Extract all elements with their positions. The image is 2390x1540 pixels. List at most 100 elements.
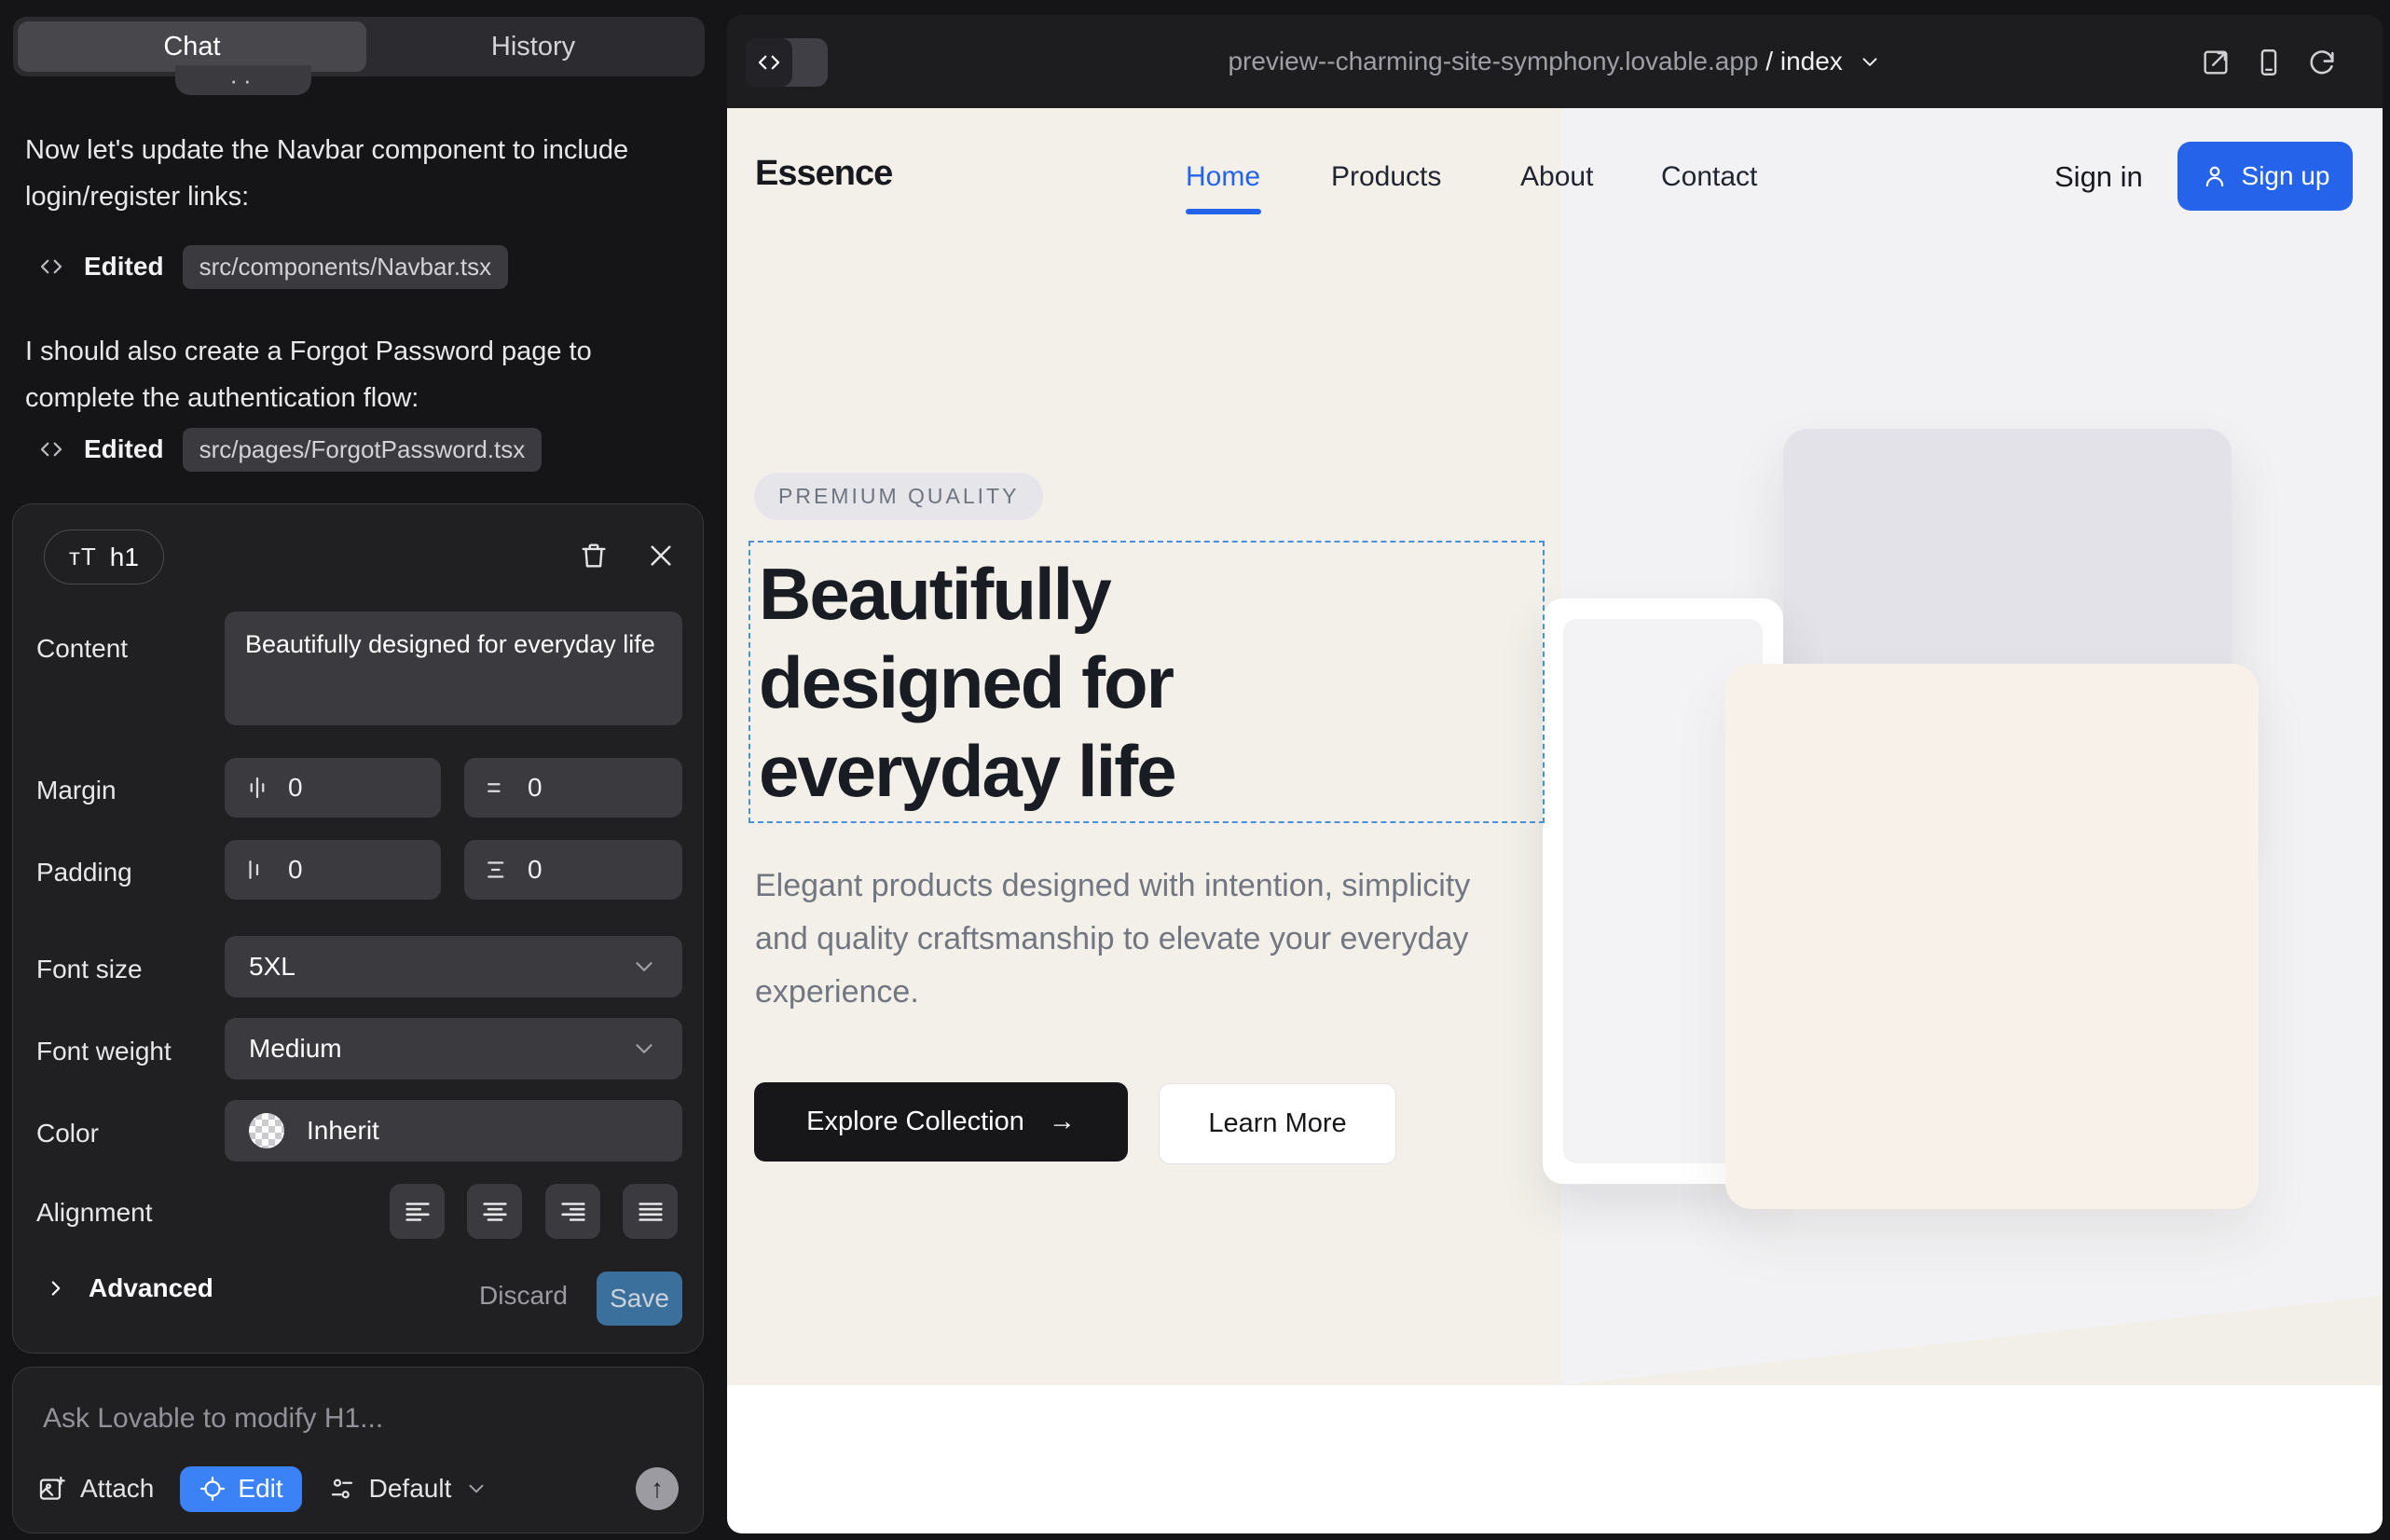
arrow-right-icon: → (1049, 1107, 1076, 1137)
hero-paragraph: Elegant products designed with intention… (755, 859, 1510, 1019)
font-weight-value: Medium (249, 1034, 342, 1064)
close-icon (646, 541, 676, 571)
explore-collection-button[interactable]: Explore Collection → (754, 1082, 1128, 1162)
padding-y-icon (483, 856, 511, 884)
chat-message: Now let's update the Navbar component to… (25, 127, 678, 220)
default-mode-button[interactable]: Default (328, 1474, 489, 1504)
trash-icon (578, 540, 610, 571)
margin-y-icon (483, 774, 511, 802)
padding-x-value: 0 (288, 855, 303, 885)
edited-file-row[interactable]: Edited src/pages/ForgotPassword.tsx (37, 427, 542, 472)
padding-y-value: 0 (528, 855, 543, 885)
learn-more-button[interactable]: Learn More (1159, 1083, 1396, 1164)
font-size-value: 5XL (249, 952, 295, 982)
url-separator: / (1759, 47, 1780, 76)
align-right-button[interactable] (545, 1184, 600, 1239)
default-label: Default (369, 1474, 452, 1504)
hero-heading[interactable]: Beautifully designed for everyday life (759, 550, 1337, 816)
clipped-chip: ·· (175, 65, 311, 95)
margin-x-value: 0 (288, 773, 303, 803)
element-tag-label: h1 (110, 543, 139, 572)
nav-link-about[interactable]: About (1520, 161, 1593, 193)
save-button[interactable]: Save (597, 1272, 682, 1326)
composer-placeholder[interactable]: Ask Lovable to modify H1... (43, 1403, 383, 1435)
font-weight-select[interactable]: Medium (225, 1018, 682, 1079)
browser-toolbar: preview--charming-site-symphony.lovable.… (727, 15, 2383, 108)
tab-chat[interactable]: Chat (18, 21, 366, 72)
close-editor-button[interactable] (639, 534, 682, 577)
align-left-icon (402, 1196, 433, 1228)
url-page: index (1780, 47, 1843, 76)
chevron-down-icon (1858, 49, 1882, 74)
color-label: Color (36, 1119, 99, 1148)
padding-label: Padding (36, 858, 132, 887)
sign-in-link[interactable]: Sign in (2054, 160, 2143, 194)
padding-y-input[interactable]: 0 (464, 840, 682, 900)
site-canvas: Essence Home Products About Contact Sign… (727, 108, 2383, 1533)
align-center-button[interactable] (467, 1184, 522, 1239)
chevron-right-icon (44, 1276, 68, 1300)
align-justify-button[interactable] (623, 1184, 678, 1239)
content-textarea[interactable]: Beautifully designed for everyday life (225, 612, 682, 725)
nav-link-home[interactable]: Home (1186, 161, 1260, 193)
chat-message: I should also create a Forgot Password p… (25, 328, 678, 421)
align-left-button[interactable] (390, 1184, 445, 1239)
color-value: Inherit (307, 1116, 379, 1146)
edited-label: Edited (84, 434, 164, 464)
align-center-icon (479, 1196, 511, 1228)
composer-toolbar: Attach Edit Default ↑ (37, 1464, 679, 1513)
sign-up-button[interactable]: Sign up (2177, 142, 2353, 211)
code-icon (37, 253, 65, 281)
edit-mode-button[interactable]: Edit (180, 1466, 301, 1512)
edited-label: Edited (84, 252, 164, 282)
color-swatch (249, 1113, 284, 1148)
smartphone-icon (2253, 47, 2285, 78)
file-chip[interactable]: src/components/Navbar.tsx (183, 245, 509, 289)
margin-y-input[interactable]: 0 (464, 758, 682, 818)
chevron-down-icon (630, 953, 658, 981)
delete-element-button[interactable] (572, 534, 615, 577)
tab-history[interactable]: History (366, 21, 700, 72)
url-bar[interactable]: preview--charming-site-symphony.lovable.… (727, 47, 2383, 76)
user-icon (2201, 162, 2229, 190)
attach-button[interactable]: Attach (37, 1474, 154, 1504)
text-type-icon: тT (69, 543, 97, 571)
font-size-select[interactable]: 5XL (225, 936, 682, 997)
refresh-icon (2306, 47, 2338, 78)
edit-label: Edit (238, 1474, 282, 1504)
external-link-icon (2200, 47, 2232, 78)
nav-link-products[interactable]: Products (1331, 161, 1441, 193)
margin-label: Margin (36, 776, 117, 805)
content-label: Content (36, 634, 128, 664)
code-icon (746, 38, 792, 87)
code-view-toggle[interactable] (746, 38, 828, 87)
sliders-icon (328, 1475, 356, 1503)
padding-x-input[interactable]: 0 (225, 840, 441, 900)
explore-collection-label: Explore Collection (806, 1107, 1024, 1137)
target-icon (199, 1475, 227, 1503)
decorative-card-cream (1725, 664, 2259, 1209)
open-external-button[interactable] (2199, 46, 2232, 79)
chat-composer[interactable]: Ask Lovable to modify H1... Attach Edit … (12, 1367, 704, 1533)
margin-x-input[interactable]: 0 (225, 758, 441, 818)
nav-link-contact[interactable]: Contact (1661, 161, 1757, 193)
discard-button[interactable]: Discard (479, 1281, 568, 1311)
arrow-up-icon: ↑ (651, 1474, 664, 1504)
selected-element-tag[interactable]: тT h1 (44, 529, 164, 584)
active-nav-underline (1186, 209, 1261, 214)
advanced-toggle[interactable]: Advanced (44, 1273, 213, 1303)
chat-history-tabs: Chat History (13, 17, 705, 76)
premium-quality-badge: PREMIUM QUALITY (754, 473, 1043, 520)
alignment-label: Alignment (36, 1198, 153, 1228)
align-justify-icon (635, 1196, 666, 1228)
site-logo[interactable]: Essence (755, 154, 892, 194)
image-plus-icon (37, 1474, 67, 1504)
color-select[interactable]: Inherit (225, 1100, 682, 1162)
code-icon (37, 435, 65, 463)
send-button[interactable]: ↑ (636, 1467, 679, 1510)
refresh-button[interactable] (2305, 46, 2339, 79)
edited-file-row[interactable]: Edited src/components/Navbar.tsx (37, 244, 508, 289)
chevron-down-icon (464, 1477, 488, 1501)
file-chip[interactable]: src/pages/ForgotPassword.tsx (183, 428, 543, 472)
mobile-view-button[interactable] (2252, 46, 2286, 79)
